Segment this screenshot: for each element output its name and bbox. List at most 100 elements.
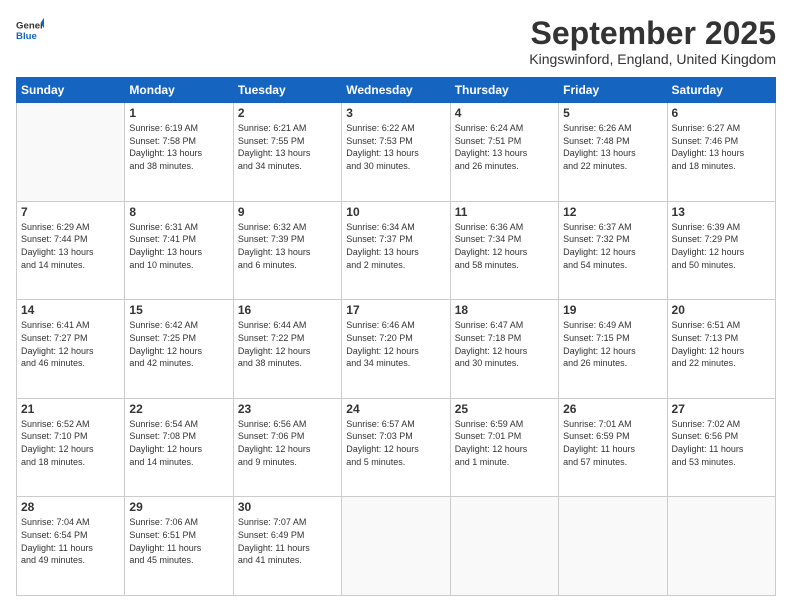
day-number: 23 (238, 402, 337, 416)
cell-content: Sunrise: 7:02 AM Sunset: 6:56 PM Dayligh… (672, 418, 771, 468)
calendar-cell: 26Sunrise: 7:01 AM Sunset: 6:59 PM Dayli… (559, 398, 667, 497)
day-number: 17 (346, 303, 445, 317)
day-number: 8 (129, 205, 228, 219)
calendar-cell: 17Sunrise: 6:46 AM Sunset: 7:20 PM Dayli… (342, 300, 450, 399)
calendar-cell: 9 Sunrise: 6:32 AM Sunset: 7:39 PM Daylig… (233, 201, 341, 300)
cell-content: Sunrise: 6:27 AM Sunset: 7:46 PM Dayligh… (672, 122, 771, 172)
calendar-cell: 27 Sunrise: 7:02 AM Sunset: 6:56 PM Dayli… (667, 398, 775, 497)
cell-content: Sunrise: 6:41 AM Sunset: 7:27 PM Dayligh… (21, 319, 120, 369)
day-number: 21 (21, 402, 120, 416)
calendar-cell: 20 Sunrise: 6:51 AM Sunset: 7:13 PM Dayli… (667, 300, 775, 399)
calendar-cell: 15 Sunrise: 6:42 AM Sunset: 7:25 PM Dayli… (125, 300, 233, 399)
page: General Blue September 2025 Kingswinford… (0, 0, 792, 612)
cell-content: Sunrise: 6:56 AM Sunset: 7:06 PM Dayligh… (238, 418, 337, 468)
day-number: 2 (238, 106, 337, 120)
calendar-cell: 7 Sunrise: 6:29 AM Sunset: 7:44 PM Daylig… (17, 201, 125, 300)
cell-content: Sunrise: 6:54 AM Sunset: 7:08 PM Dayligh… (129, 418, 228, 468)
location: Kingswinford, England, United Kingdom (529, 51, 776, 67)
svg-text:Blue: Blue (16, 31, 37, 42)
day-number: 22 (129, 402, 228, 416)
col-monday: Monday (125, 78, 233, 103)
day-number: 19 (563, 303, 662, 317)
cell-content: Sunrise: 6:21 AM Sunset: 7:55 PM Dayligh… (238, 122, 337, 172)
day-number: 9 (238, 205, 337, 219)
cell-content: Sunrise: 6:32 AM Sunset: 7:39 PM Dayligh… (238, 221, 337, 271)
calendar-cell: 30Sunrise: 7:07 AM Sunset: 6:49 PM Dayli… (233, 497, 341, 596)
calendar-cell: 3 Sunrise: 6:22 AM Sunset: 7:53 PM Daylig… (342, 103, 450, 202)
day-number: 3 (346, 106, 445, 120)
calendar-cell: 24Sunrise: 6:57 AM Sunset: 7:03 PM Dayli… (342, 398, 450, 497)
day-number: 6 (672, 106, 771, 120)
calendar-header-row: Sunday Monday Tuesday Wednesday Thursday… (17, 78, 776, 103)
cell-content: Sunrise: 6:59 AM Sunset: 7:01 PM Dayligh… (455, 418, 554, 468)
cell-content: Sunrise: 6:44 AM Sunset: 7:22 PM Dayligh… (238, 319, 337, 369)
calendar-cell: 14 Sunrise: 6:41 AM Sunset: 7:27 PM Dayli… (17, 300, 125, 399)
calendar-cell: 4 Sunrise: 6:24 AM Sunset: 7:51 PM Daylig… (450, 103, 558, 202)
cell-content: Sunrise: 6:29 AM Sunset: 7:44 PM Dayligh… (21, 221, 120, 271)
week-row-4: 21Sunrise: 6:52 AM Sunset: 7:10 PM Dayli… (17, 398, 776, 497)
cell-content: Sunrise: 7:06 AM Sunset: 6:51 PM Dayligh… (129, 516, 228, 566)
calendar-cell (450, 497, 558, 596)
calendar-cell: 22 Sunrise: 6:54 AM Sunset: 7:08 PM Dayli… (125, 398, 233, 497)
calendar-cell: 8 Sunrise: 6:31 AM Sunset: 7:41 PM Daylig… (125, 201, 233, 300)
week-row-2: 7 Sunrise: 6:29 AM Sunset: 7:44 PM Daylig… (17, 201, 776, 300)
calendar-cell: 6 Sunrise: 6:27 AM Sunset: 7:46 PM Daylig… (667, 103, 775, 202)
col-wednesday: Wednesday (342, 78, 450, 103)
cell-content: Sunrise: 6:26 AM Sunset: 7:48 PM Dayligh… (563, 122, 662, 172)
calendar-cell: 1 Sunrise: 6:19 AM Sunset: 7:58 PM Daylig… (125, 103, 233, 202)
day-number: 12 (563, 205, 662, 219)
day-number: 5 (563, 106, 662, 120)
calendar-cell: 21Sunrise: 6:52 AM Sunset: 7:10 PM Dayli… (17, 398, 125, 497)
col-saturday: Saturday (667, 78, 775, 103)
day-number: 11 (455, 205, 554, 219)
day-number: 16 (238, 303, 337, 317)
header: General Blue September 2025 Kingswinford… (16, 16, 776, 67)
day-number: 1 (129, 106, 228, 120)
cell-content: Sunrise: 6:31 AM Sunset: 7:41 PM Dayligh… (129, 221, 228, 271)
cell-content: Sunrise: 7:01 AM Sunset: 6:59 PM Dayligh… (563, 418, 662, 468)
calendar-cell: 2 Sunrise: 6:21 AM Sunset: 7:55 PM Daylig… (233, 103, 341, 202)
col-sunday: Sunday (17, 78, 125, 103)
week-row-3: 14 Sunrise: 6:41 AM Sunset: 7:27 PM Dayli… (17, 300, 776, 399)
day-number: 18 (455, 303, 554, 317)
calendar-table: Sunday Monday Tuesday Wednesday Thursday… (16, 77, 776, 596)
calendar-cell: 29 Sunrise: 7:06 AM Sunset: 6:51 PM Dayli… (125, 497, 233, 596)
week-row-5: 28Sunrise: 7:04 AM Sunset: 6:54 PM Dayli… (17, 497, 776, 596)
cell-content: Sunrise: 6:36 AM Sunset: 7:34 PM Dayligh… (455, 221, 554, 271)
day-number: 4 (455, 106, 554, 120)
cell-content: Sunrise: 6:37 AM Sunset: 7:32 PM Dayligh… (563, 221, 662, 271)
cell-content: Sunrise: 6:49 AM Sunset: 7:15 PM Dayligh… (563, 319, 662, 369)
calendar-cell: 19 Sunrise: 6:49 AM Sunset: 7:15 PM Dayli… (559, 300, 667, 399)
day-number: 20 (672, 303, 771, 317)
col-tuesday: Tuesday (233, 78, 341, 103)
cell-content: Sunrise: 6:39 AM Sunset: 7:29 PM Dayligh… (672, 221, 771, 271)
day-number: 7 (21, 205, 120, 219)
cell-content: Sunrise: 6:51 AM Sunset: 7:13 PM Dayligh… (672, 319, 771, 369)
day-number: 15 (129, 303, 228, 317)
calendar-cell: 18Sunrise: 6:47 AM Sunset: 7:18 PM Dayli… (450, 300, 558, 399)
week-row-1: 1 Sunrise: 6:19 AM Sunset: 7:58 PM Daylig… (17, 103, 776, 202)
month-title: September 2025 (529, 16, 776, 51)
col-thursday: Thursday (450, 78, 558, 103)
cell-content: Sunrise: 6:24 AM Sunset: 7:51 PM Dayligh… (455, 122, 554, 172)
calendar-cell: 16 Sunrise: 6:44 AM Sunset: 7:22 PM Dayli… (233, 300, 341, 399)
logo-icon: General Blue (16, 16, 44, 44)
cell-content: Sunrise: 6:19 AM Sunset: 7:58 PM Dayligh… (129, 122, 228, 172)
cell-content: Sunrise: 6:34 AM Sunset: 7:37 PM Dayligh… (346, 221, 445, 271)
calendar-cell: 25Sunrise: 6:59 AM Sunset: 7:01 PM Dayli… (450, 398, 558, 497)
day-number: 27 (672, 402, 771, 416)
title-block: September 2025 Kingswinford, England, Un… (529, 16, 776, 67)
cell-content: Sunrise: 6:22 AM Sunset: 7:53 PM Dayligh… (346, 122, 445, 172)
col-friday: Friday (559, 78, 667, 103)
day-number: 13 (672, 205, 771, 219)
calendar-cell (667, 497, 775, 596)
day-number: 28 (21, 500, 120, 514)
day-number: 10 (346, 205, 445, 219)
day-number: 14 (21, 303, 120, 317)
calendar-cell (17, 103, 125, 202)
day-number: 24 (346, 402, 445, 416)
calendar-cell: 23 Sunrise: 6:56 AM Sunset: 7:06 PM Dayli… (233, 398, 341, 497)
calendar-cell (342, 497, 450, 596)
day-number: 29 (129, 500, 228, 514)
cell-content: Sunrise: 6:42 AM Sunset: 7:25 PM Dayligh… (129, 319, 228, 369)
